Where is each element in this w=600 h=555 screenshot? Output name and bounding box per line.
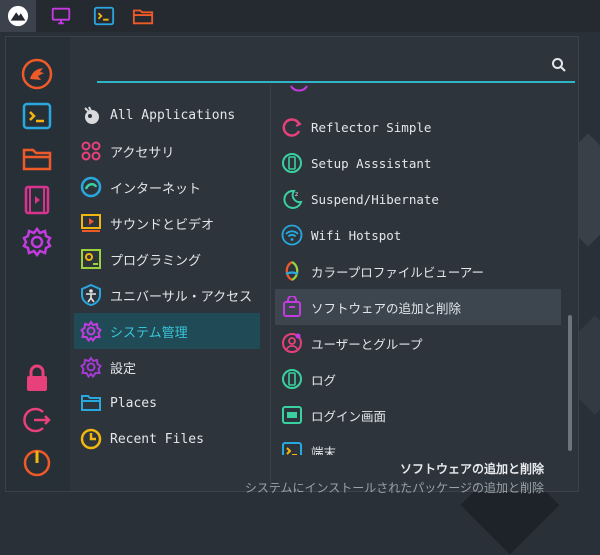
taskbar — [0, 0, 600, 32]
description-text: システムにインストールされたパッケージの追加と削除 — [244, 481, 544, 495]
partial-item-icon — [288, 85, 310, 92]
accessibility-icon — [80, 284, 102, 306]
video-favorite-icon[interactable] — [20, 183, 54, 217]
terminal-favorite-icon[interactable] — [20, 99, 54, 133]
category-development[interactable]: プログラミング — [74, 241, 260, 277]
app-terminal[interactable]: 端末 — [275, 433, 561, 455]
app-label: ソフトウェアの追加と削除 — [311, 300, 462, 316]
power-icon[interactable] — [20, 445, 54, 479]
app-logs[interactable]: ログ — [275, 361, 561, 397]
app-label: Wifi Hotspot — [311, 227, 402, 243]
category-label: Recent Files — [110, 431, 204, 447]
wifi-icon — [281, 224, 303, 246]
application-list: Reflector Simple Setup Asssistant z Susp… — [274, 85, 564, 455]
category-label: アクセサリ — [110, 145, 175, 161]
app-add-remove-software[interactable]: ソフトウェアの追加と削除 — [275, 289, 561, 325]
category-internet[interactable]: インターネット — [74, 169, 260, 205]
lock-icon[interactable] — [20, 361, 54, 395]
files-favorite-icon[interactable] — [20, 141, 54, 175]
app-reflector-simple[interactable]: Reflector Simple — [275, 109, 561, 145]
login-screen-icon — [281, 404, 303, 426]
setup-icon — [281, 152, 303, 174]
internet-icon — [80, 176, 102, 198]
multimedia-icon — [80, 212, 102, 234]
favorites-bar — [6, 37, 70, 491]
app-setup-assistant[interactable]: Setup Asssistant — [275, 145, 561, 181]
category-accessibility[interactable]: ユニバーサル・アクセス — [74, 277, 260, 313]
category-accessories[interactable]: アクセサリ — [74, 133, 260, 169]
category-multimedia[interactable]: サウンドとビデオ — [74, 205, 260, 241]
app-label: Suspend/Hibernate — [311, 191, 439, 207]
category-list: All Applications アクセサリ インターネット サウンドとビデオ … — [70, 85, 268, 489]
category-label: Places — [110, 395, 157, 411]
moon-icon: z — [281, 188, 303, 210]
app-label: ログ — [311, 372, 337, 388]
terminal-launcher-icon[interactable] — [91, 3, 117, 29]
app-label: Setup Asssistant — [311, 155, 432, 171]
garuda-logo-icon[interactable] — [5, 3, 31, 29]
color-profile-icon — [281, 260, 303, 282]
category-label: ユニバーサル・アクセス — [110, 289, 253, 305]
garuda-dragon-icon[interactable] — [20, 57, 54, 91]
svg-text:z: z — [295, 191, 298, 198]
app-label: ログイン画面 — [311, 408, 387, 424]
category-label: システム管理 — [110, 325, 188, 341]
app-users-and-groups[interactable]: ユーザーとグループ — [275, 325, 561, 361]
description-title: ソフトウェアの追加と削除 — [399, 462, 544, 476]
system-gear-icon — [80, 320, 102, 342]
search-icon[interactable] — [551, 57, 567, 73]
reflector-icon — [281, 116, 303, 138]
search-bar[interactable] — [97, 55, 575, 83]
gimp-icon — [80, 104, 102, 126]
app-list-scrollbar[interactable] — [568, 315, 572, 451]
logout-icon[interactable] — [20, 403, 54, 437]
category-label: プログラミング — [110, 253, 202, 269]
settings-favorite-icon[interactable] — [20, 225, 54, 259]
folder-icon — [80, 392, 102, 414]
panel-divider — [270, 85, 271, 489]
category-label: 設定 — [110, 361, 137, 377]
app-label: ユーザーとグループ — [311, 336, 423, 352]
app-color-profile-viewer[interactable]: カラープロファイルビューアー — [275, 253, 561, 289]
accessories-icon — [80, 140, 102, 162]
app-login-screen[interactable]: ログイン画面 — [275, 397, 561, 433]
file-manager-icon[interactable] — [130, 3, 156, 29]
app-wifi-hotspot[interactable]: Wifi Hotspot — [275, 217, 561, 253]
category-label: All Applications — [110, 107, 236, 123]
app-suspend-hibernate[interactable]: z Suspend/Hibernate — [275, 181, 561, 217]
system-monitor-icon[interactable] — [48, 3, 74, 29]
terminal-icon — [281, 440, 303, 455]
category-recent-files[interactable]: Recent Files — [74, 421, 260, 457]
users-icon — [281, 332, 303, 354]
log-icon — [281, 368, 303, 390]
category-all-applications[interactable]: All Applications — [74, 97, 260, 133]
category-places[interactable]: Places — [74, 385, 260, 421]
application-menu: All Applications アクセサリ インターネット サウンドとビデオ … — [5, 36, 579, 495]
development-icon — [80, 248, 102, 270]
category-label: インターネット — [110, 181, 202, 197]
category-label: サウンドとビデオ — [110, 217, 215, 233]
settings-icon — [80, 356, 102, 378]
category-settings[interactable]: 設定 — [74, 349, 260, 385]
app-label: カラープロファイルビューアー — [311, 264, 485, 280]
category-system-administration[interactable]: システム管理 — [74, 313, 260, 349]
app-label: Reflector Simple — [311, 119, 432, 135]
app-label: 端末 — [311, 444, 337, 456]
clock-icon — [80, 428, 102, 450]
software-bag-icon — [281, 296, 303, 318]
